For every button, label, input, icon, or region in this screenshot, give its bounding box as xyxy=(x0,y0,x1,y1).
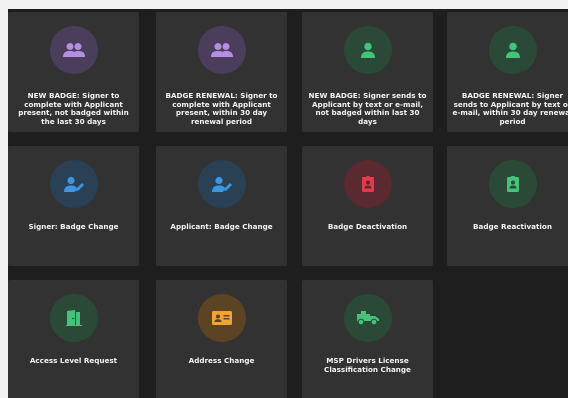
form-selection-panel: NEW BADGE: Signer to complete with Appli… xyxy=(8,9,568,398)
door-icon xyxy=(49,294,98,342)
person-edit-icon xyxy=(49,160,98,208)
person-icon xyxy=(343,26,392,74)
card-access-level-request[interactable]: Access Level Request xyxy=(8,280,139,398)
card-label: Badge Deactivation xyxy=(327,222,408,231)
truck-icon xyxy=(343,294,392,342)
people-icon xyxy=(197,26,246,74)
card-label: MSP Drivers License Classification Chang… xyxy=(324,356,411,374)
card-label: BADGE RENEWAL: Signer sends to Applicant… xyxy=(452,91,568,126)
card-new-badge-signer-sends[interactable]: NEW BADGE: Signer sends to Applicant by … xyxy=(302,12,433,132)
card-signer-badge-change[interactable]: Signer: Badge Change xyxy=(8,146,139,266)
card-label: Signer: Badge Change xyxy=(28,222,119,231)
badge-icon xyxy=(488,160,537,208)
card-label: NEW BADGE: Signer to complete with Appli… xyxy=(18,91,129,126)
badge-icon xyxy=(343,160,392,208)
people-icon xyxy=(49,26,98,74)
card-new-badge-signer-present[interactable]: NEW BADGE: Signer to complete with Appli… xyxy=(8,12,139,132)
card-msp-drivers-license-classification-change[interactable]: MSP Drivers License Classification Chang… xyxy=(302,280,433,398)
card-label: Applicant: Badge Change xyxy=(170,222,273,231)
card-label: Badge Reactivation xyxy=(473,222,552,231)
card-applicant-badge-change[interactable]: Applicant: Badge Change xyxy=(156,146,287,266)
id-card-icon xyxy=(197,294,246,342)
card-badge-renewal-signer-sends[interactable]: BADGE RENEWAL: Signer sends to Applicant… xyxy=(447,12,568,132)
card-address-change[interactable]: Address Change xyxy=(156,280,287,398)
card-label: NEW BADGE: Signer sends to Applicant by … xyxy=(308,91,427,126)
card-label: Access Level Request xyxy=(29,356,118,365)
card-badge-reactivation[interactable]: Badge Reactivation xyxy=(447,146,568,266)
card-badge-deactivation[interactable]: Badge Deactivation xyxy=(302,146,433,266)
card-label: BADGE RENEWAL: Signer to complete with A… xyxy=(165,91,278,126)
person-icon xyxy=(488,26,537,74)
card-label: Address Change xyxy=(188,356,255,365)
person-edit-icon xyxy=(197,160,246,208)
card-badge-renewal-signer-present[interactable]: BADGE RENEWAL: Signer to complete with A… xyxy=(156,12,287,132)
